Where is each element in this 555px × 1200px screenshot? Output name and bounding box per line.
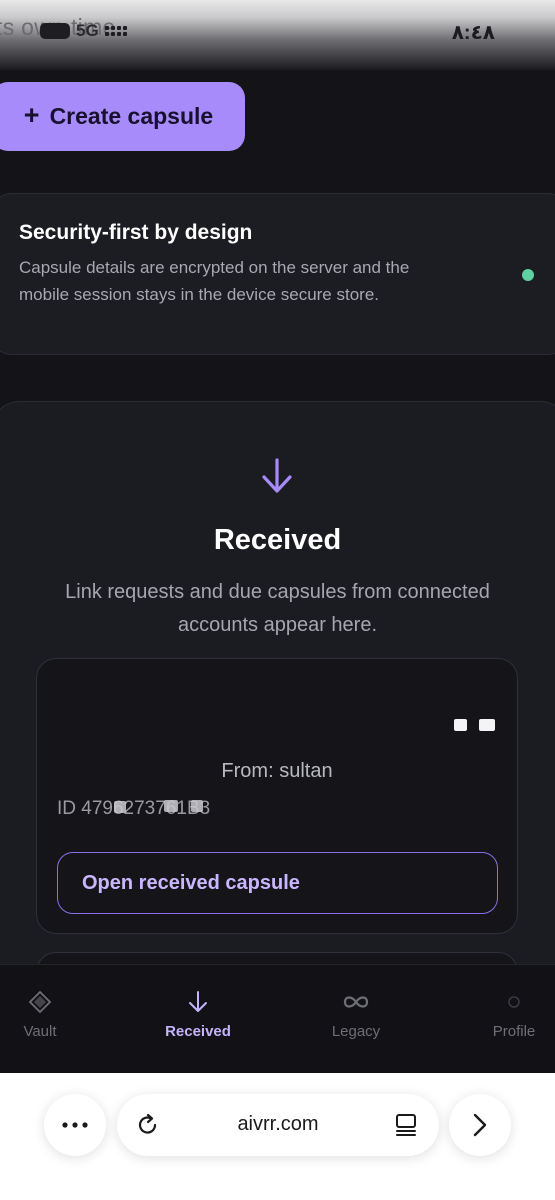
- infinity-icon: [342, 989, 370, 1015]
- security-card-text: Capsule details are encrypted on the ser…: [19, 258, 410, 304]
- nav-label-received: Received: [165, 1023, 231, 1040]
- signal-icon: [104, 26, 127, 36]
- redaction-mark: [164, 800, 178, 812]
- address-bar[interactable]: aivrr.com: [117, 1094, 439, 1156]
- forward-button[interactable]: [449, 1094, 511, 1156]
- nav-label-legacy: Legacy: [331, 1023, 381, 1040]
- diamond-icon: [28, 989, 52, 1015]
- url-text: aivrr.com: [237, 1113, 319, 1135]
- security-card: Security-first by design Capsule details…: [0, 193, 555, 355]
- nav-item-received[interactable]: Received: [138, 965, 258, 1074]
- create-capsule-label: Create capsule: [49, 103, 214, 129]
- more-icon: [62, 1122, 88, 1128]
- redaction-mark: [191, 800, 203, 812]
- nav-item-vault[interactable]: Vault: [0, 965, 100, 1074]
- status-bar: ts own time 5G ٨:٤٨: [0, 0, 555, 70]
- more-button[interactable]: [44, 1094, 106, 1156]
- nav-label-profile: Profile: [492, 1023, 536, 1040]
- forward-icon: [473, 1113, 487, 1137]
- nav-item-profile[interactable]: Profile: [454, 965, 555, 1074]
- nav-item-legacy[interactable]: Legacy: [296, 965, 416, 1074]
- status-indicators: 5G: [40, 21, 127, 41]
- redaction-mark: [114, 801, 126, 813]
- focus-pill-icon: [40, 23, 70, 39]
- status-time: ٨:٤٨: [451, 22, 495, 44]
- capsule-sender: From: sultan: [221, 760, 333, 782]
- arrow-down-icon: [187, 989, 209, 1015]
- bottom-nav: Vault Received Legacy Profile: [0, 964, 555, 1073]
- capsule-badge: [448, 718, 518, 734]
- create-capsule-button[interactable]: + Create capsule: [0, 82, 245, 151]
- security-card-title: Security-first by design: [19, 221, 253, 244]
- plus-icon: +: [23, 99, 40, 130]
- profile-icon: [507, 989, 521, 1015]
- received-subtitle: Link requests and due capsules from conn…: [65, 581, 490, 636]
- arrow-down-icon: [262, 458, 292, 493]
- nav-label-vault: Vault: [23, 1023, 57, 1040]
- status-dot: [522, 269, 534, 281]
- open-received-capsule-button[interactable]: Open received capsule: [57, 852, 498, 914]
- network-label: 5G: [76, 21, 99, 40]
- capsule-id: ID 4796273761B3: [57, 798, 211, 819]
- received-title: Received: [213, 524, 342, 556]
- tabs-icon[interactable]: [393, 1112, 419, 1138]
